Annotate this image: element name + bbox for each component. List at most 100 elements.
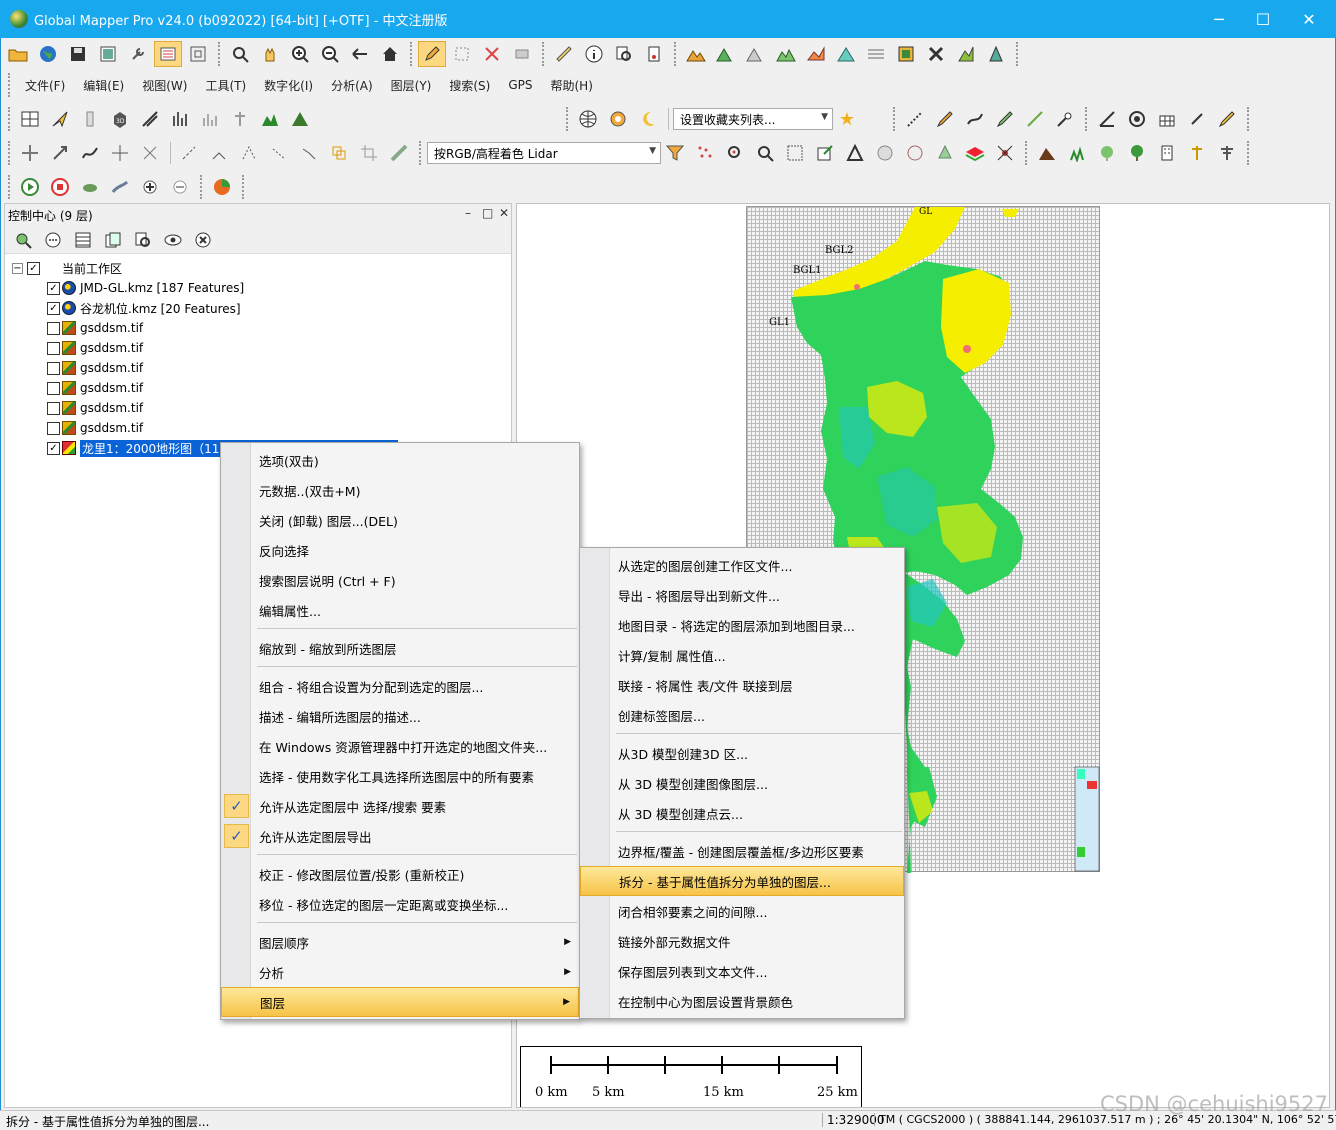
slower-turtle-icon[interactable] [76,174,104,200]
split-view-icon[interactable] [16,106,44,132]
powerline-icon[interactable] [1213,140,1241,166]
zoom-box-icon[interactable] [226,41,254,67]
combine-terrain-icon[interactable] [922,41,950,67]
layer-row[interactable]: gsddsm.tif [5,398,511,418]
menu-item[interactable]: 描述 - 编辑所选图层的描述... [221,701,579,731]
layer-visibility-checkbox[interactable] [47,361,60,375]
layer-options-icon[interactable] [39,227,67,253]
panel-close-icon[interactable]: ✕ [499,206,509,220]
toggle-visibility-icon[interactable] [159,227,187,253]
tree-detect-icon[interactable] [931,140,959,166]
reshape-icon[interactable] [76,140,104,166]
search-layer-icon[interactable] [129,227,157,253]
triangulate-icon[interactable] [841,140,869,166]
menu-analysis[interactable]: 分析(A) [322,77,382,94]
digitizer-pencil-icon[interactable] [418,41,446,67]
collapse-icon[interactable]: − [12,262,23,274]
slope-icon[interactable] [136,106,164,132]
workspace-node[interactable]: − ✓ 当前工作区 [5,258,511,278]
vertex-line-icon[interactable] [175,140,203,166]
layer-row[interactable]: gsddsm.tif [5,418,511,438]
layer-visibility-checkbox[interactable]: ✓ [47,281,60,295]
add-waypoint-icon[interactable] [136,174,164,200]
menu-item[interactable]: 关闭 (卸载) 图层...(DEL) [221,505,579,535]
menu-item[interactable]: 导出 - 将图层导出到新文件... [580,580,904,610]
buffer-icon[interactable] [325,140,353,166]
settings-gear-icon[interactable] [604,106,632,132]
raster-calc-icon[interactable] [892,41,920,67]
menu-help[interactable]: 帮助(H) [542,77,602,94]
menu-gps[interactable]: GPS [499,78,541,92]
zoom-in-icon[interactable] [286,41,314,67]
vegetation-mid-icon[interactable] [1093,140,1121,166]
lidar-filter-icon[interactable] [661,140,689,166]
menu-item[interactable]: 图层顺序 ▶ [221,927,579,957]
smooth-line-icon[interactable] [265,140,293,166]
tools-icon[interactable] [124,41,152,67]
menu-item[interactable]: 反向选择 [221,535,579,565]
menu-item[interactable]: ✓ 允许从选定图层中 选择/搜索 要素 [221,791,579,821]
3d-view-icon[interactable]: 3D [106,106,134,132]
cut-fill-icon[interactable] [832,41,860,67]
draw-point-icon[interactable] [1051,106,1079,132]
favorites-combo[interactable]: 设置收藏夹列表... ▼ [673,108,833,130]
draw-area-icon[interactable] [991,106,1019,132]
rotate-icon[interactable] [46,140,74,166]
play-icon[interactable] [16,174,44,200]
vegetation-low-icon[interactable] [1063,140,1091,166]
export-icon[interactable] [94,41,122,67]
contour-icon[interactable] [712,41,740,67]
pencil-edit-icon[interactable] [1213,106,1241,132]
crop-icon[interactable] [355,140,383,166]
mountain-icon[interactable] [286,106,314,132]
menu-file[interactable]: 文件(F) [16,77,74,94]
layer-row[interactable]: ✓ JMD-GL.kmz [187 Features] [5,278,511,298]
pole-icon[interactable] [1183,140,1211,166]
workspace-checkbox[interactable]: ✓ [27,261,40,275]
control-center-icon[interactable] [154,41,182,67]
histogram-icon[interactable] [196,106,224,132]
layer-visibility-checkbox[interactable] [47,381,60,395]
measure-angle-icon[interactable] [1093,106,1121,132]
snap-icon[interactable] [136,140,164,166]
menu-item[interactable]: 组合 - 将组合设置为分配到选定的图层... [221,671,579,701]
layer-visibility-checkbox[interactable] [47,321,60,335]
menu-search[interactable]: 搜索(S) [440,77,499,94]
menu-item[interactable]: 缩放到 - 缩放到所选图层 [221,633,579,663]
terrain-paint-icon[interactable] [952,41,980,67]
layer-row[interactable]: ✓ 谷龙机位.kmz [20 Features] [5,298,511,318]
point-cloud-icon[interactable] [691,140,719,166]
grid-tool-icon[interactable] [1153,106,1181,132]
classify-points-icon[interactable] [721,140,749,166]
layer-row[interactable]: gsddsm.tif [5,378,511,398]
measure-ruler-icon[interactable] [550,41,578,67]
menu-item[interactable]: 移位 - 移位选定的图层一定距离或变换坐标... [221,889,579,919]
open-folder-icon[interactable] [4,41,32,67]
viewshed-icon[interactable] [742,41,770,67]
route-icon[interactable] [46,106,74,132]
menu-item[interactable]: 闭合相邻要素之间的间隙... [580,896,904,926]
join-line-icon[interactable] [235,140,263,166]
draw-segment-icon[interactable] [1021,106,1049,132]
menu-item[interactable]: 从 3D 模型创建图像图层... [580,768,904,798]
tower-icon[interactable] [982,41,1010,67]
menu-item[interactable]: 在 Windows 资源管理器中打开选定的地图文件夹... [221,731,579,761]
menu-view[interactable]: 视图(W) [133,77,196,94]
menu-item[interactable]: ✓ 允许从选定图层导出 [221,821,579,851]
zoom-out-icon[interactable] [316,41,344,67]
close-layer-icon[interactable] [189,227,217,253]
select-box-icon[interactable] [448,41,476,67]
panel-minimize-icon[interactable]: – [465,206,471,220]
peak-icon[interactable] [256,106,284,132]
draw-line-icon[interactable] [901,106,929,132]
minimize-button[interactable]: ─ [1196,0,1242,38]
layer-visibility-checkbox[interactable] [47,421,60,435]
favorite-star-icon[interactable]: ★ [833,106,861,132]
terrain-analysis-icon[interactable] [682,41,710,67]
pattern-fill-icon[interactable] [781,140,809,166]
online-data-globe-icon[interactable] [574,106,602,132]
building-icon[interactable] [1153,140,1181,166]
menu-item[interactable]: 搜索图层说明 (Ctrl + F) [221,565,579,595]
gps-track-icon[interactable] [1183,106,1211,132]
menu-digitize[interactable]: 数字化(I) [255,77,322,94]
